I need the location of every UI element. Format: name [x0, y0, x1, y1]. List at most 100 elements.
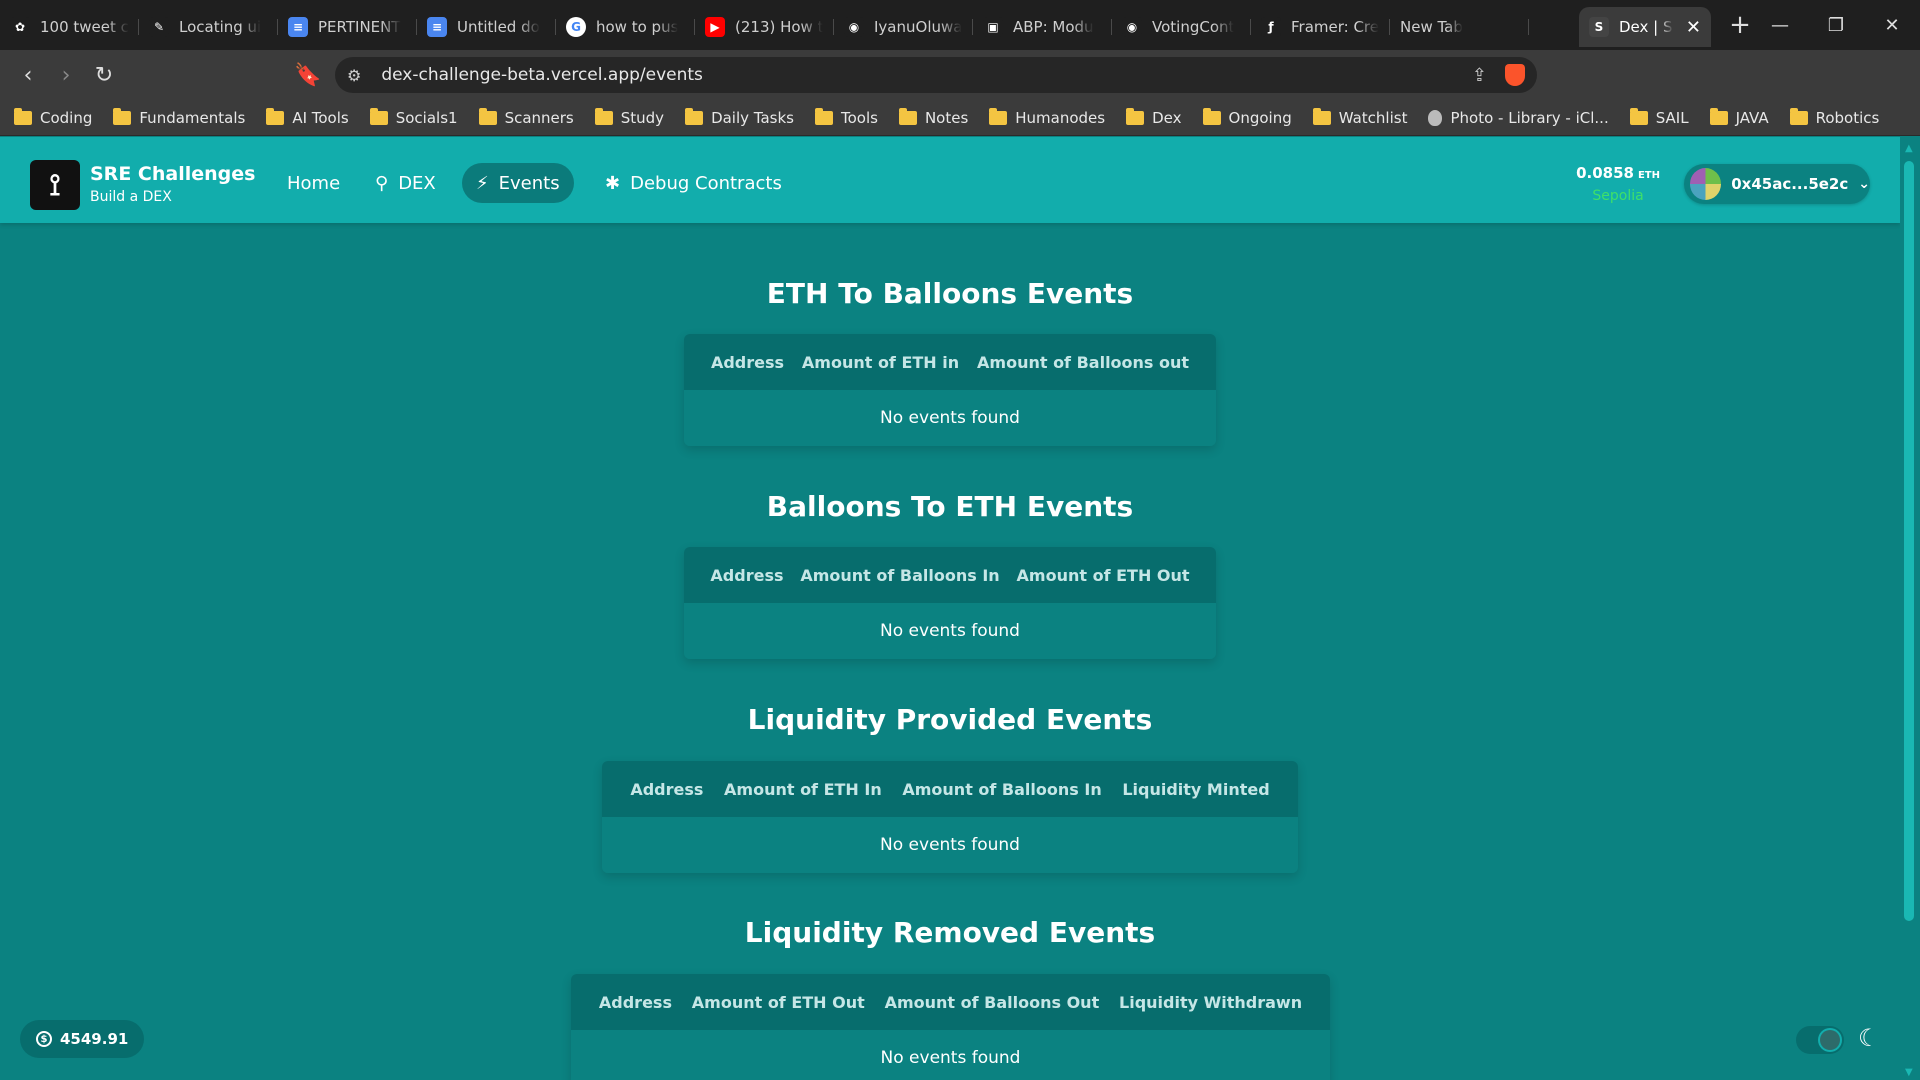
- nav-events[interactable]: ⚡ Events: [462, 163, 574, 203]
- bookmark-item[interactable]: Tools: [814, 107, 878, 127]
- account-button[interactable]: 0x45ac...5e2c ⌄: [1684, 164, 1870, 204]
- empty-state: No events found: [571, 1030, 1330, 1080]
- tab[interactable]: ✎ Locating ui: [139, 7, 278, 47]
- bolt-icon: ⚡: [476, 172, 489, 194]
- bookmark-item[interactable]: Study: [594, 107, 665, 127]
- column-header: Address: [710, 352, 785, 372]
- folder-icon: [814, 107, 833, 125]
- scaffold-icon: S: [1589, 17, 1609, 37]
- tab[interactable]: ≡ PERTINENT: [278, 7, 417, 47]
- tab[interactable]: ≡ Untitled do: [417, 7, 556, 47]
- bookmark-item[interactable]: Watchlist: [1312, 107, 1408, 127]
- tab-label: ABP: Modu: [1013, 18, 1094, 36]
- tab[interactable]: ✿ 100 tweet c: [0, 7, 139, 47]
- folder-icon: [14, 107, 32, 125]
- bookmark-label: Coding: [40, 108, 93, 127]
- folder-icon: [478, 107, 497, 125]
- scroll-down-icon[interactable]: ▼: [1905, 1067, 1913, 1078]
- nav-home[interactable]: Home: [273, 163, 354, 203]
- eth-price-badge[interactable]: $ 4549.91: [20, 1020, 145, 1058]
- tab-label: Dex | S: [1619, 18, 1673, 36]
- new-tab-button[interactable]: +: [1725, 10, 1755, 40]
- nav-debug-label: Debug Contracts: [630, 172, 782, 194]
- tab[interactable]: ◉ IyanuOluwa: [834, 7, 973, 47]
- share-icon[interactable]: ⇪: [1472, 65, 1487, 86]
- tab[interactable]: ◉ VotingCont: [1112, 7, 1251, 47]
- bookmark-item[interactable]: JAVA: [1709, 107, 1769, 127]
- bookmark-item[interactable]: Daily Tasks: [685, 107, 794, 127]
- column-header: Amount of ETH in: [801, 352, 960, 372]
- docs-icon: ≡: [427, 17, 447, 37]
- bookmark-item[interactable]: Coding: [14, 107, 93, 127]
- framer-icon: ƒ: [1261, 17, 1281, 37]
- column-header: Amount of ETH Out: [691, 992, 865, 1012]
- tab[interactable]: ▶ (213) How t: [695, 7, 834, 47]
- bookmark-item[interactable]: Scanners: [478, 107, 574, 127]
- tab[interactable]: New Tab: [1390, 7, 1529, 47]
- url-field[interactable]: ⚙ dex-challenge-beta.vercel.app/events ⇪: [335, 57, 1537, 93]
- tab-label: Framer: Cre: [1291, 18, 1380, 36]
- app-header: ⟟ SRE Challenges Build a DEX Home ⚲ DEX …: [0, 137, 1900, 223]
- column-header: Amount of Balloons In: [902, 779, 1102, 799]
- folder-icon: [266, 107, 285, 125]
- bookmark-item[interactable]: Fundamentals: [113, 107, 245, 127]
- wallet-balance: 0.0858 ETH Sepolia: [1576, 163, 1660, 204]
- bookmark-item[interactable]: Notes: [898, 107, 968, 127]
- scrollbar-thumb[interactable]: [1904, 161, 1914, 921]
- bookmark-item[interactable]: AI Tools: [266, 107, 349, 127]
- tab-label: VotingCont: [1152, 18, 1235, 36]
- bookmark-icon[interactable]: 🔖: [290, 57, 326, 93]
- folder-icon: [1709, 107, 1728, 125]
- folder-icon: [1629, 107, 1648, 125]
- openai-icon: ✿: [10, 17, 30, 37]
- brave-shields-icon[interactable]: [1505, 64, 1525, 86]
- tab[interactable]: Ghow to pus: [556, 7, 695, 47]
- bookmark-item[interactable]: Humanodes: [989, 107, 1105, 127]
- section-title-eth-to-balloons: ETH To Balloons Events: [766, 277, 1134, 310]
- tab-active[interactable]: S Dex | S ✕: [1579, 7, 1711, 47]
- reload-button[interactable]: ↻: [86, 57, 122, 93]
- table-header: Address Amount of Balloons In Amount of …: [684, 547, 1216, 603]
- close-icon[interactable]: ✕: [1686, 17, 1701, 38]
- bookmark-item[interactable]: Robotics: [1789, 107, 1879, 127]
- events-table-liquidity-provided: Address Amount of ETH In Amount of Ballo…: [602, 761, 1298, 873]
- bookmark-item[interactable]: Photo - Library - iCl...: [1428, 109, 1609, 127]
- back-button[interactable]: ‹: [10, 57, 46, 93]
- wrench-icon: ⚲: [375, 172, 389, 194]
- network-name: Sepolia: [1592, 188, 1644, 204]
- section-title-liquidity-provided: Liquidity Provided Events: [747, 703, 1153, 736]
- folder-icon: [113, 107, 132, 125]
- events-table-balloons-to-eth: Address Amount of Balloons In Amount of …: [684, 547, 1216, 659]
- bookmark-item[interactable]: Socials1: [369, 107, 458, 127]
- minimize-button[interactable]: —: [1752, 0, 1808, 50]
- forward-button[interactable]: ›: [48, 57, 84, 93]
- close-window-button[interactable]: ✕: [1864, 0, 1920, 50]
- nav-dex[interactable]: ⚲ DEX: [361, 163, 450, 203]
- restore-button[interactable]: ❐: [1808, 0, 1864, 50]
- empty-state: No events found: [684, 390, 1216, 446]
- bookmark-label: Watchlist: [1338, 108, 1408, 127]
- scroll-up-icon[interactable]: ▲: [1905, 143, 1913, 154]
- column-header: Address: [630, 779, 704, 799]
- bookmark-item[interactable]: SAIL: [1629, 107, 1689, 127]
- column-header: Liquidity Minted: [1122, 779, 1270, 799]
- tab[interactable]: ƒ Framer: Cre: [1251, 7, 1390, 47]
- page-scrollbar[interactable]: ▲ ▼: [1900, 137, 1920, 1080]
- logo-icon[interactable]: ⟟: [30, 160, 80, 210]
- bookmark-label: SAIL: [1655, 108, 1689, 127]
- tab-label: 100 tweet c: [40, 18, 129, 36]
- folder-icon: [685, 107, 704, 125]
- section-title-balloons-to-eth: Balloons To ETH Events: [766, 490, 1134, 523]
- github-icon: ◉: [1122, 17, 1142, 37]
- site-settings-icon[interactable]: ⚙: [347, 66, 361, 85]
- eth-price: 4549.91: [60, 1030, 129, 1048]
- bookmark-label: Study: [620, 108, 665, 127]
- theme-toggle[interactable]: [1796, 1026, 1844, 1054]
- events-table-liquidity-removed: Address Amount of ETH Out Amount of Ball…: [571, 974, 1330, 1080]
- tab[interactable]: ▣ ABP: Modu: [973, 7, 1112, 47]
- bookmark-item[interactable]: Ongoing: [1202, 107, 1292, 127]
- account-address: 0x45ac...5e2c: [1731, 175, 1849, 193]
- bookmark-item[interactable]: Dex: [1126, 107, 1182, 127]
- nav-debug-contracts[interactable]: ✱ Debug Contracts: [591, 163, 796, 203]
- bookmark-label: Tools: [840, 108, 878, 127]
